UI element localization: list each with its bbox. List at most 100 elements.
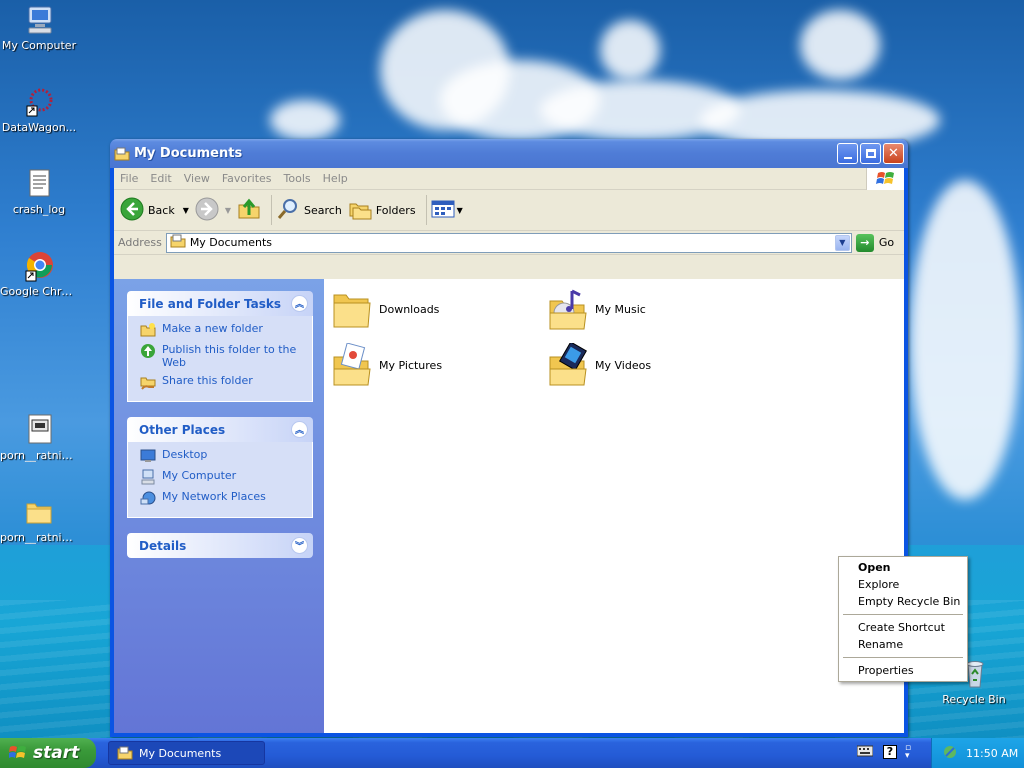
task-label: My Network Places <box>162 490 266 503</box>
system-tray: 11:50 AM <box>931 738 1024 768</box>
file-list[interactable]: Downloads My Music My Pictures My Videos <box>324 279 904 733</box>
menu-view[interactable]: View <box>178 172 216 185</box>
folder-my-music[interactable]: My Music <box>546 287 646 331</box>
file-name: My Videos <box>595 358 652 372</box>
views-button[interactable]: ▼ <box>431 199 463 222</box>
desktop-icon-google-chrome[interactable]: Google Chrome <box>0 250 78 298</box>
address-bar: Address My Documents ▼ → Go <box>114 231 904 255</box>
desktop-icon-crash-log[interactable]: crash_log <box>0 168 78 216</box>
go-arrow-icon: → <box>855 233 874 252</box>
task-share-folder[interactable]: Share this folder <box>140 374 304 390</box>
start-label: start <box>33 743 80 763</box>
text-file-icon <box>23 168 55 200</box>
menu-item-empty-recycle-bin[interactable]: Empty Recycle Bin <box>841 593 965 610</box>
chevron-down-icon[interactable]: ▼ <box>183 206 189 215</box>
menu-item-rename[interactable]: Rename <box>841 636 965 653</box>
address-input[interactable]: My Documents ▼ <box>165 232 852 253</box>
task-make-new-folder[interactable]: Make a new folder <box>140 322 304 338</box>
menu-tools[interactable]: Tools <box>278 172 317 185</box>
desktop-icon-porn-ratnik-1[interactable]: porn__ratnik... <box>0 414 78 462</box>
media-file-icon <box>23 414 55 446</box>
desktop-icon-porn-ratnik-2[interactable]: porn__ratnik... <box>0 496 78 544</box>
menu-edit[interactable]: Edit <box>144 172 177 185</box>
computer-icon <box>140 469 156 485</box>
place-my-computer[interactable]: My Computer <box>140 469 304 485</box>
chrome-icon <box>23 250 55 282</box>
help-icon[interactable]: ? <box>883 745 897 759</box>
task-label: Share this folder <box>162 374 253 387</box>
window-content: File Edit View Favorites Tools Help Back… <box>114 168 904 733</box>
views-icon <box>431 199 455 222</box>
details-header[interactable]: Details ︾ <box>127 533 313 558</box>
collapse-icon[interactable]: ︽ <box>291 295 308 312</box>
menu-separator <box>843 657 963 658</box>
start-button[interactable]: start <box>0 738 96 768</box>
title-bar[interactable]: My Documents ✕ <box>110 139 908 168</box>
close-button[interactable]: ✕ <box>883 143 904 164</box>
menu-bar: File Edit View Favorites Tools Help <box>114 168 904 190</box>
address-dropdown-button[interactable]: ▼ <box>834 234 850 251</box>
menu-item-create-shortcut[interactable]: Create Shortcut <box>841 619 965 636</box>
folders-button[interactable]: Folders <box>348 197 416 224</box>
share-folder-icon <box>140 374 156 390</box>
task-publish-folder[interactable]: Publish this folder to the Web <box>140 343 304 369</box>
window-title: My Documents <box>134 146 243 161</box>
videos-folder-icon <box>546 341 590 387</box>
chevron-down-icon: ▼ <box>839 238 846 247</box>
menu-item-explore[interactable]: Explore <box>841 576 965 593</box>
desktop-icon-label: porn__ratnik... <box>0 531 78 544</box>
desktop-icon-my-computer[interactable]: My Computer <box>0 4 78 52</box>
datawagon-icon <box>23 86 55 118</box>
address-label: Address <box>118 236 162 249</box>
collapse-icon[interactable]: ︽ <box>291 421 308 438</box>
place-network[interactable]: My Network Places <box>140 490 304 506</box>
up-folder-icon <box>237 197 261 224</box>
search-button[interactable]: Search <box>276 197 342 224</box>
menu-item-properties[interactable]: Properties <box>841 662 965 679</box>
network-places-icon <box>140 490 156 506</box>
folder-downloads[interactable]: Downloads <box>330 287 439 331</box>
menu-file[interactable]: File <box>114 172 144 185</box>
desktop-icon-datawagon[interactable]: DataWagon... <box>0 86 78 134</box>
go-button[interactable]: → Go <box>855 233 894 252</box>
pictures-folder-icon <box>330 342 374 387</box>
folders-label: Folders <box>375 203 416 217</box>
my-documents-window[interactable]: My Documents ✕ File Edit View Favorites … <box>110 139 908 737</box>
chevron-down-icon[interactable]: ▼ <box>225 206 231 215</box>
expand-icon[interactable]: ︾ <box>291 537 308 554</box>
chevron-down-icon: ▼ <box>456 205 463 215</box>
keyboard-icon[interactable] <box>856 745 874 760</box>
file-folder-tasks-header[interactable]: File and Folder Tasks ︽ <box>127 291 313 316</box>
folder-my-pictures[interactable]: My Pictures <box>330 342 442 387</box>
desktop-icon-label: My Computer <box>1 39 77 52</box>
windows-logo-icon <box>866 168 904 190</box>
details-panel: Details ︾ <box>127 533 313 558</box>
menu-help[interactable]: Help <box>317 172 354 185</box>
other-places-panel: Other Places ︽ Desktop My Computer My Ne… <box>127 417 313 518</box>
toolbar: Back ▼ ▼ Search Folders ▼ <box>114 190 904 231</box>
address-value: My Documents <box>189 236 273 249</box>
menu-item-open[interactable]: Open <box>841 559 965 576</box>
maximize-button[interactable] <box>860 143 881 164</box>
folders-icon <box>348 197 372 224</box>
explorer-body: File and Folder Tasks ︽ Make a new folde… <box>114 279 904 733</box>
context-menu: Open Explore Empty Recycle Bin Create Sh… <box>838 556 968 682</box>
desktop-icon-label: DataWagon... <box>1 121 77 134</box>
place-desktop[interactable]: Desktop <box>140 448 304 464</box>
menu-favorites[interactable]: Favorites <box>216 172 278 185</box>
file-folder-tasks-panel: File and Folder Tasks ︽ Make a new folde… <box>127 291 313 402</box>
search-icon <box>276 197 300 224</box>
up-folder-button[interactable] <box>237 197 261 224</box>
minimize-icon <box>843 156 852 159</box>
other-places-header[interactable]: Other Places ︽ <box>127 417 313 442</box>
folder-icon <box>114 146 130 162</box>
forward-button[interactable]: ▼ <box>195 197 231 224</box>
taskbar-button-my-documents[interactable]: My Documents <box>108 741 265 765</box>
folder-my-videos[interactable]: My Videos <box>546 341 652 387</box>
clock[interactable]: 11:50 AM <box>966 747 1018 760</box>
minimize-button[interactable] <box>837 143 858 164</box>
network-icon[interactable] <box>942 744 958 763</box>
task-pane: File and Folder Tasks ︽ Make a new folde… <box>114 279 324 733</box>
back-button[interactable]: Back ▼ <box>120 197 189 224</box>
language-bar-icon[interactable]: ▫ ▾ <box>905 744 911 761</box>
